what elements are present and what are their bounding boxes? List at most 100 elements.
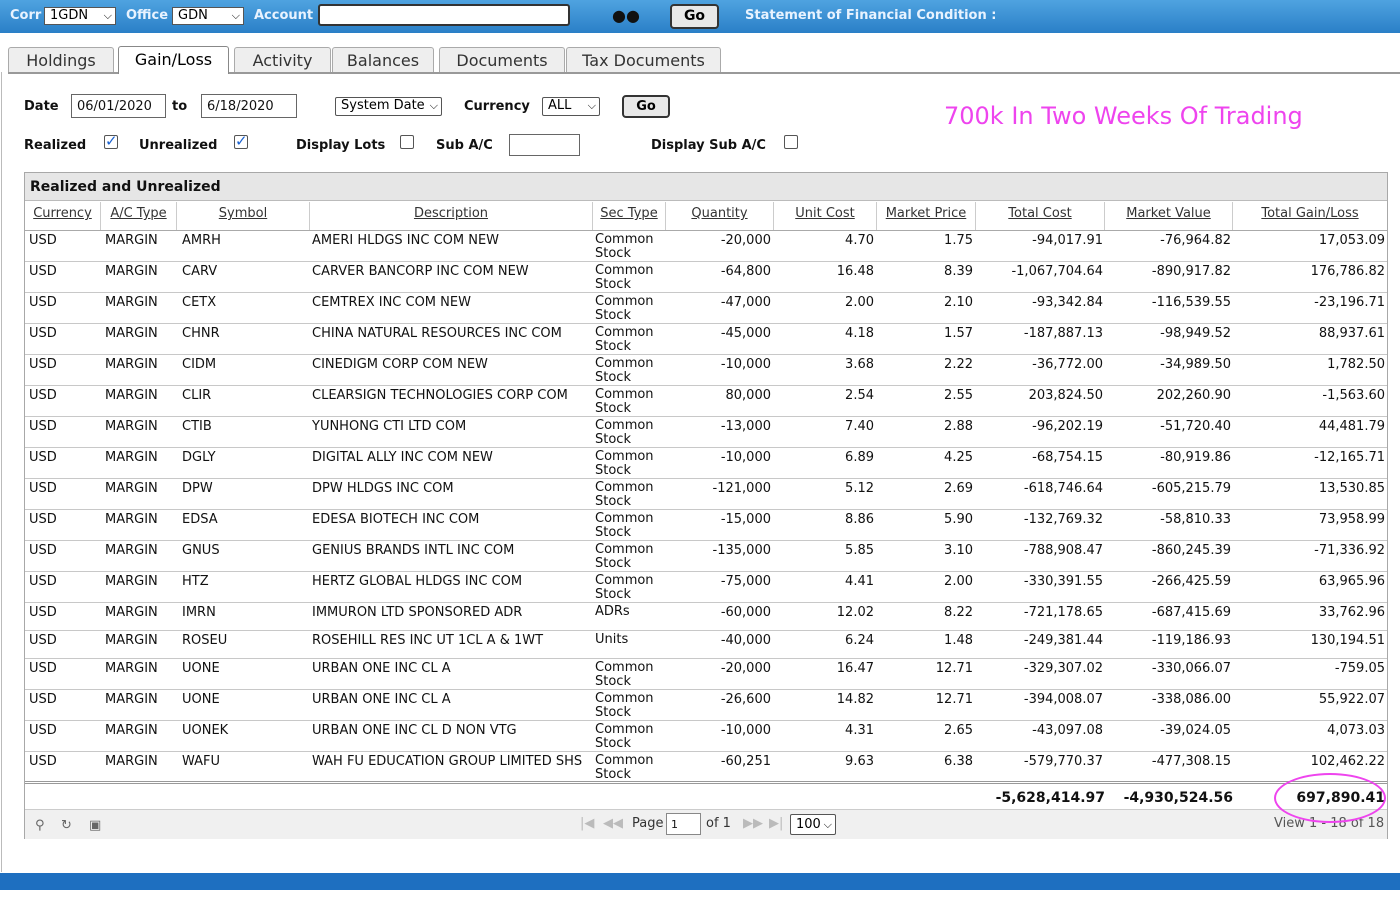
table-row[interactable]: USD MARGIN CETX CEMTREX INC COM NEW Common S… <box>25 293 1387 324</box>
col-ac-type[interactable]: A/C Type <box>101 202 177 230</box>
cell-currency: USD <box>29 574 57 589</box>
cell-currency: USD <box>29 295 57 310</box>
next-page-icon[interactable]: ▶▶ <box>743 816 763 831</box>
currency-select[interactable]: ALL ⌵ <box>542 97 600 116</box>
col-total-cost[interactable]: Total Cost <box>976 202 1105 230</box>
tab-tax-documents[interactable]: Tax Documents <box>566 47 721 72</box>
cell-unit-cost: 5.85 <box>845 543 874 558</box>
first-page-icon[interactable]: |◀ <box>580 816 594 831</box>
account-go-button[interactable]: Go <box>670 4 719 29</box>
table-row[interactable]: USD MARGIN UONE URBAN ONE INC CL A Common St… <box>25 690 1387 721</box>
date-type-select[interactable]: System Date ⌵ <box>335 97 442 116</box>
to-label: to <box>172 99 188 114</box>
table-row[interactable]: USD MARGIN WAFU WAH FU EDUCATION GROUP LIMI… <box>25 752 1387 783</box>
cell-total-gain-loss: 176,786.82 <box>1310 264 1385 279</box>
search-icon[interactable]: ⚲ <box>35 818 45 833</box>
cell-quantity: -135,000 <box>712 543 771 558</box>
col-market-value[interactable]: Market Value <box>1105 202 1233 230</box>
corr-select[interactable]: 1GDN ⌵ <box>44 7 116 25</box>
table-row[interactable]: USD MARGIN DGLY DIGITAL ALLY INC COM NEW Com… <box>25 448 1387 479</box>
cell-total-gain-loss: -1,563.60 <box>1322 388 1385 403</box>
col-sec-type[interactable]: Sec Type <box>593 202 666 230</box>
display-lots-checkbox[interactable] <box>400 135 414 149</box>
table-row[interactable]: USD MARGIN GNUS GENIUS BRANDS INTL INC COM C… <box>25 541 1387 572</box>
cell-description: CARVER BANCORP INC COM NEW <box>312 264 529 279</box>
cell-quantity: -60,251 <box>720 754 771 769</box>
table-row[interactable]: USD MARGIN EDSA EDESA BIOTECH INC COM Common… <box>25 510 1387 541</box>
cell-description: DPW HLDGS INC COM <box>312 481 454 496</box>
table-row[interactable]: USD MARGIN AMRH AMERI HLDGS INC COM NEW Comm… <box>25 231 1387 262</box>
cell-market-price: 1.57 <box>944 326 973 341</box>
cell-sec-type: Common Stock <box>595 356 654 385</box>
cell-symbol: CTIB <box>182 419 212 434</box>
cell-sec-type: ADRs <box>595 604 630 619</box>
cell-quantity: -26,600 <box>720 692 771 707</box>
refresh-icon[interactable]: ↻ <box>61 818 72 833</box>
display-sub-ac-checkbox[interactable] <box>784 135 798 149</box>
date-from-input[interactable]: 06/01/2020 <box>71 94 166 118</box>
table-row[interactable]: USD MARGIN CIDM CINEDIGM CORP COM NEW Common… <box>25 355 1387 386</box>
cell-total-cost: -330,391.55 <box>1023 574 1103 589</box>
prev-page-icon[interactable]: ◀◀ <box>603 816 623 831</box>
cell-ac-type: MARGIN <box>105 388 158 403</box>
col-currency[interactable]: Currency <box>25 202 101 230</box>
account-input[interactable] <box>318 4 570 26</box>
cell-description: GENIUS BRANDS INTL INC COM <box>312 543 515 558</box>
per-page-select[interactable]: 100 ⌵ <box>790 814 836 835</box>
cell-total-cost: -329,307.02 <box>1023 661 1103 676</box>
cell-market-value: -51,720.40 <box>1160 419 1231 434</box>
table-row[interactable]: USD MARGIN CTIB YUNHONG CTI LTD COM Common S… <box>25 417 1387 448</box>
filter-go-button[interactable]: Go <box>622 95 670 118</box>
tab-bar: Holdings Gain/Loss Activity Balances Doc… <box>8 44 1400 74</box>
sub-ac-input[interactable] <box>509 134 580 156</box>
cell-currency: USD <box>29 388 57 403</box>
cell-quantity: -40,000 <box>720 633 771 648</box>
cell-symbol: CARV <box>182 264 218 279</box>
last-page-icon[interactable]: ▶| <box>769 816 783 831</box>
realized-checkbox[interactable]: ✓ <box>104 134 118 149</box>
table-row[interactable]: USD MARGIN IMRN IMMURON LTD SPONSORED ADR AD… <box>25 603 1387 631</box>
col-quantity[interactable]: Quantity <box>666 202 774 230</box>
columns-icon[interactable]: ▣ <box>89 818 101 833</box>
col-symbol[interactable]: Symbol <box>177 202 310 230</box>
col-unit-cost[interactable]: Unit Cost <box>774 202 877 230</box>
page-count: of 1 <box>706 816 731 831</box>
date-to-input[interactable]: 6/18/2020 <box>201 94 297 118</box>
tab-balances[interactable]: Balances <box>332 47 434 72</box>
cell-currency: USD <box>29 723 57 738</box>
table-row[interactable]: USD MARGIN CLIR CLEARSIGN TECHNOLOGIES CORP… <box>25 386 1387 417</box>
cell-quantity: -45,000 <box>720 326 771 341</box>
table-row[interactable]: USD MARGIN UONEK URBAN ONE INC CL D NON VTG… <box>25 721 1387 752</box>
cell-description: URBAN ONE INC CL D NON VTG <box>312 723 517 738</box>
unrealized-checkbox[interactable]: ✓ <box>234 134 248 149</box>
table-row[interactable]: USD MARGIN CARV CARVER BANCORP INC COM NEW C… <box>25 262 1387 293</box>
table-row[interactable]: USD MARGIN DPW DPW HLDGS INC COM Common Stoc… <box>25 479 1387 510</box>
chevron-down-icon: ⌵ <box>587 99 596 112</box>
office-select[interactable]: GDN ⌵ <box>172 7 244 25</box>
cell-ac-type: MARGIN <box>105 574 158 589</box>
binoculars-icon[interactable]: ●● <box>612 6 640 25</box>
cell-quantity: -60,000 <box>720 605 771 620</box>
table-row[interactable]: USD MARGIN ROSEU ROSEHILL RES INC UT 1CL A … <box>25 631 1387 659</box>
cell-quantity: -10,000 <box>720 450 771 465</box>
col-total-gain-loss[interactable]: Total Gain/Loss <box>1233 202 1387 230</box>
office-select-value: GDN <box>178 8 208 23</box>
table-row[interactable]: USD MARGIN CHNR CHINA NATURAL RESOURCES INC… <box>25 324 1387 355</box>
col-market-price[interactable]: Market Price <box>877 202 976 230</box>
cell-description: WAH FU EDUCATION GROUP LIMITED SHS <box>312 754 583 769</box>
tab-gain-loss[interactable]: Gain/Loss <box>118 46 229 74</box>
page-input[interactable]: 1 <box>666 813 701 835</box>
cell-unit-cost: 7.40 <box>845 419 874 434</box>
gain-loss-grid: Realized and Unrealized Currency A/C Typ… <box>24 172 1388 839</box>
table-row[interactable]: USD MARGIN HTZ HERTZ GLOBAL HLDGS INC COM Co… <box>25 572 1387 603</box>
cell-total-gain-loss: 102,462.22 <box>1310 754 1385 769</box>
tab-activity[interactable]: Activity <box>234 47 331 72</box>
cell-ac-type: MARGIN <box>105 661 158 676</box>
cell-symbol: CETX <box>182 295 217 310</box>
col-description[interactable]: Description <box>310 202 593 230</box>
cell-sec-type: Common Stock <box>595 511 654 540</box>
cell-sec-type: Common Stock <box>595 573 654 602</box>
tab-holdings[interactable]: Holdings <box>8 47 114 72</box>
tab-documents[interactable]: Documents <box>439 47 565 72</box>
table-row[interactable]: USD MARGIN UONE URBAN ONE INC CL A Common St… <box>25 659 1387 690</box>
